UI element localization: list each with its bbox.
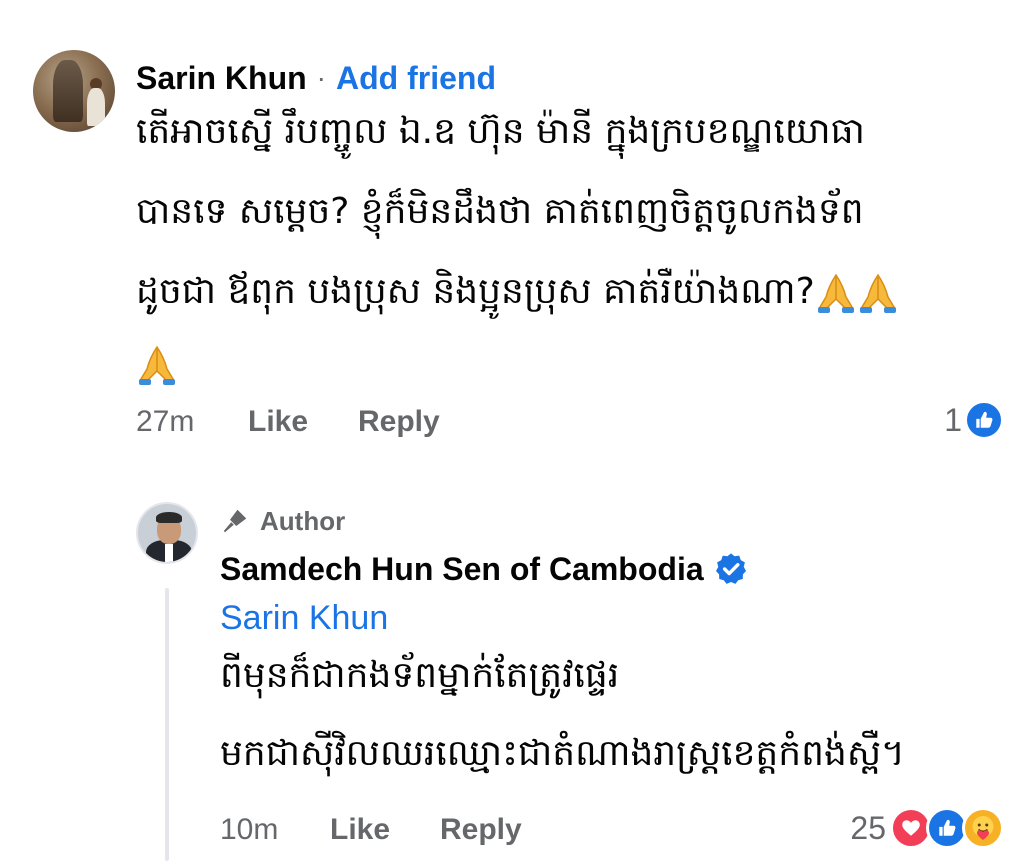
comment-text-line: តើអាចស្នើ រឹបញ្ចូល ឯ.ឧ ហ៊ុន ម៉ានី ក្នុងក… [136, 111, 865, 152]
folded-hands-icon [815, 271, 857, 315]
comment-text-line: ដូចជា ឪពុក បងប្រុស និងប្អូនប្រុស គាត់រឺយ… [136, 268, 899, 321]
reply-header: Samdech Hun Sen of Cambodia [220, 548, 748, 590]
reply-text-line: ពីមុនក៏ជាកងទ័ពម្នាក់តែត្រូវផ្ទេរ [220, 655, 620, 696]
reaction-summary[interactable]: 25 [850, 804, 1004, 852]
comment-text: ដូចជា ឪពុក បងប្រុស និងប្អូនប្រុស គាត់រឺយ… [136, 271, 815, 312]
folded-hands-icon [857, 271, 899, 315]
reaction-count: 25 [850, 809, 886, 846]
comment-text-line: បានទេ សម្តេច? ខ្ញុំក៏មិនដឹងថា គាត់ពេញចិត… [136, 191, 864, 232]
reply-text-line: មកជាស៊ីវិលឈរឈ្មោះជាតំណាងរាស្ត្រខេត្តកំពង… [220, 733, 905, 774]
reaction-summary[interactable]: 1 [944, 398, 1004, 442]
reply-timestamp[interactable]: 10m [220, 813, 330, 847]
reply-button[interactable]: Reply [358, 405, 440, 439]
add-friend-link[interactable]: Add friend [336, 60, 496, 97]
author-avatar[interactable] [136, 502, 198, 564]
thread-line [165, 588, 169, 861]
folded-hands-icon [136, 343, 178, 387]
like-icon [964, 400, 1004, 440]
microphone-icon [223, 509, 247, 533]
care-icon [962, 807, 1004, 849]
commenter-name[interactable]: Sarin Khun [136, 60, 307, 97]
commenter-avatar[interactable] [33, 50, 115, 132]
comment-timestamp[interactable]: 27m [136, 405, 248, 439]
verified-badge-icon [715, 553, 746, 584]
author-label: Author [260, 505, 346, 536]
mention-link[interactable]: Sarin Khun [220, 596, 388, 640]
comment-actions: 27m Like Reply [136, 402, 440, 442]
like-button[interactable]: Like [330, 813, 440, 847]
comment-text-line [136, 343, 178, 387]
reply-button[interactable]: Reply [440, 813, 522, 847]
page-name[interactable]: Samdech Hun Sen of Cambodia [220, 551, 704, 588]
like-button[interactable]: Like [248, 405, 358, 439]
author-badge: Author [220, 504, 345, 538]
reply-actions: 10m Like Reply [220, 810, 522, 850]
separator-dot: · [316, 62, 326, 93]
reaction-count: 1 [944, 401, 962, 438]
comment-header: Sarin Khun · Add friend [136, 58, 496, 98]
